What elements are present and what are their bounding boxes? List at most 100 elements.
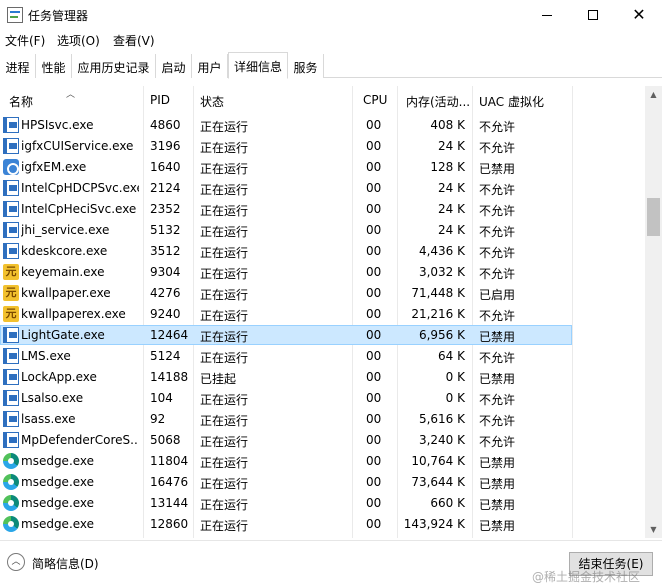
table-row[interactable]: IntelCpHDCPSvc.exe 2124 正在运行 00 24 K 不允许: [0, 178, 645, 199]
close-icon: ✕: [632, 5, 646, 24]
minimize-button[interactable]: [524, 0, 570, 30]
tab-processes[interactable]: 进程: [0, 54, 36, 78]
table-row[interactable]: msedge.exe 11804 正在运行 00 10,764 K 已禁用: [0, 451, 645, 472]
table-row[interactable]: jhi_service.exe 5132 正在运行 00 24 K 不允许: [0, 220, 645, 241]
chevron-up-icon[interactable]: ︿: [7, 553, 25, 571]
process-name: IntelCpHDCPSvc.exe: [21, 181, 139, 195]
table-row[interactable]: Lsalso.exe 104 正在运行 00 0 K 不允许: [0, 388, 645, 409]
process-status: 正在运行: [200, 141, 249, 155]
process-memory: 128 K: [430, 160, 465, 174]
table-row[interactable]: msedge.exe 12860 正在运行 00 143,924 K 已禁用: [0, 514, 645, 535]
table-row[interactable]: MpDefenderCoreS... 5068 正在运行 00 3,240 K 不允许: [0, 430, 645, 451]
menu-file[interactable]: 文件(F): [5, 32, 45, 49]
process-pid: 5068: [150, 433, 181, 447]
table-row[interactable]: kdeskcore.exe 3512 正在运行 00 4,436 K 不允许: [0, 241, 645, 262]
edge-icon: [3, 516, 19, 532]
process-status: 正在运行: [200, 309, 249, 323]
menu-options[interactable]: 选项(O): [57, 32, 100, 49]
column-header-uac[interactable]: UAC 虚拟化: [479, 93, 544, 110]
process-memory: 4,436 K: [418, 244, 465, 258]
window-icon: [3, 348, 19, 364]
process-memory: 0 K: [445, 391, 465, 405]
process-status: 正在运行: [200, 225, 249, 239]
process-cpu: 00: [366, 496, 382, 510]
process-name: igfxCUIService.exe: [21, 139, 134, 153]
table-row[interactable]: IntelCpHeciSvc.exe 2352 正在运行 00 24 K 不允许: [0, 199, 645, 220]
table-row[interactable]: 元 keyemain.exe 9304 正在运行 00 3,032 K 不允许: [0, 262, 645, 283]
process-name: msedge.exe: [21, 475, 95, 489]
window-icon: [3, 432, 19, 448]
close-button[interactable]: ✕: [616, 0, 662, 30]
process-pid: 3512: [150, 244, 181, 258]
column-header-cpu[interactable]: CPU: [363, 93, 387, 107]
table-row[interactable]: igfxCUIService.exe 3196 正在运行 00 24 K 不允许: [0, 136, 645, 157]
process-memory: 10,764 K: [411, 454, 465, 468]
column-header-status[interactable]: 状态: [200, 93, 224, 110]
process-pid: 13144: [150, 496, 189, 510]
process-status: 正在运行: [200, 183, 249, 197]
window-title: 任务管理器: [28, 9, 89, 23]
tab-details[interactable]: 详细信息: [228, 52, 288, 79]
column-header-name[interactable]: 名称: [9, 93, 33, 110]
process-cpu: 00: [366, 475, 382, 489]
process-cpu: 00: [366, 433, 382, 447]
column-header-memory[interactable]: 内存(活动...: [406, 93, 470, 110]
tab-users[interactable]: 用户: [192, 54, 228, 78]
process-name: kwallpaperex.exe: [21, 307, 126, 321]
process-cpu: 00: [366, 391, 382, 405]
table-row[interactable]: LockApp.exe 14188 已挂起 00 0 K 已禁用: [0, 367, 645, 388]
yuan-app-icon: 元: [3, 306, 19, 322]
process-uac: 不允许: [479, 225, 516, 239]
scrollbar-thumb[interactable]: [647, 198, 660, 236]
process-uac: 不允许: [479, 183, 516, 197]
process-status: 正在运行: [200, 162, 249, 176]
process-status: 正在运行: [200, 456, 249, 470]
process-memory: 5,616 K: [418, 412, 465, 426]
process-uac: 不允许: [479, 414, 516, 428]
process-pid: 4860: [150, 118, 181, 132]
table-row[interactable]: msedge.exe 16476 正在运行 00 73,644 K 已禁用: [0, 472, 645, 493]
process-cpu: 00: [366, 286, 382, 300]
table-row[interactable]: lsass.exe 92 正在运行 00 5,616 K 不允许: [0, 409, 645, 430]
process-cpu: 00: [366, 244, 382, 258]
process-cpu: 00: [366, 349, 382, 363]
table-row[interactable]: 元 kwallpaper.exe 4276 正在运行 00 71,448 K 已启用: [0, 283, 645, 304]
edge-icon: [3, 453, 19, 469]
process-memory: 143,924 K: [403, 517, 465, 531]
tab-app-history[interactable]: 应用历史记录: [72, 54, 156, 78]
menu-view[interactable]: 查看(V): [113, 32, 155, 49]
process-cpu: 00: [366, 265, 382, 279]
process-uac: 已禁用: [479, 498, 516, 512]
table-row[interactable]: msedge.exe 13144 正在运行 00 660 K 已禁用: [0, 493, 645, 514]
process-status: 正在运行: [200, 393, 249, 407]
process-memory: 3,032 K: [418, 265, 465, 279]
process-memory: 0 K: [445, 370, 465, 384]
process-uac: 不允许: [479, 141, 516, 155]
process-pid: 12860: [150, 517, 189, 531]
table-row[interactable]: igfxEM.exe 1640 正在运行 00 128 K 已禁用: [0, 157, 645, 178]
process-memory: 73,644 K: [411, 475, 465, 489]
table-row[interactable]: LMS.exe 5124 正在运行 00 64 K 不允许: [0, 346, 645, 367]
vertical-scrollbar[interactable]: ▲ ▼: [645, 86, 662, 538]
column-header-pid[interactable]: PID: [150, 93, 170, 107]
less-details-link[interactable]: 简略信息(D): [32, 555, 99, 572]
table-row[interactable]: HPSIsvc.exe 4860 正在运行 00 408 K 不允许: [0, 115, 645, 136]
process-status: 正在运行: [200, 498, 249, 512]
process-name: LightGate.exe: [21, 328, 105, 342]
tab-services[interactable]: 服务: [288, 54, 324, 78]
scroll-up-arrow-icon[interactable]: ▲: [645, 86, 662, 103]
process-name: Lsalso.exe: [21, 391, 84, 405]
table-row[interactable]: 元 kwallpaperex.exe 9240 正在运行 00 21,216 K 不允许: [0, 304, 645, 325]
tab-startup[interactable]: 启动: [156, 54, 192, 78]
menu-bar: 文件(F) 选项(O) 查看(V): [0, 30, 662, 50]
table-row[interactable]: LightGate.exe 12464 正在运行 00 6,956 K 已禁用: [0, 325, 645, 346]
maximize-button[interactable]: [570, 0, 616, 30]
scroll-down-arrow-icon[interactable]: ▼: [645, 521, 662, 538]
process-name: igfxEM.exe: [21, 160, 87, 174]
yuan-app-icon: 元: [3, 285, 19, 301]
window-icon: [3, 411, 19, 427]
process-pid: 5124: [150, 349, 181, 363]
process-uac: 已禁用: [479, 372, 516, 386]
tab-performance[interactable]: 性能: [36, 54, 72, 78]
process-pid: 1640: [150, 160, 181, 174]
